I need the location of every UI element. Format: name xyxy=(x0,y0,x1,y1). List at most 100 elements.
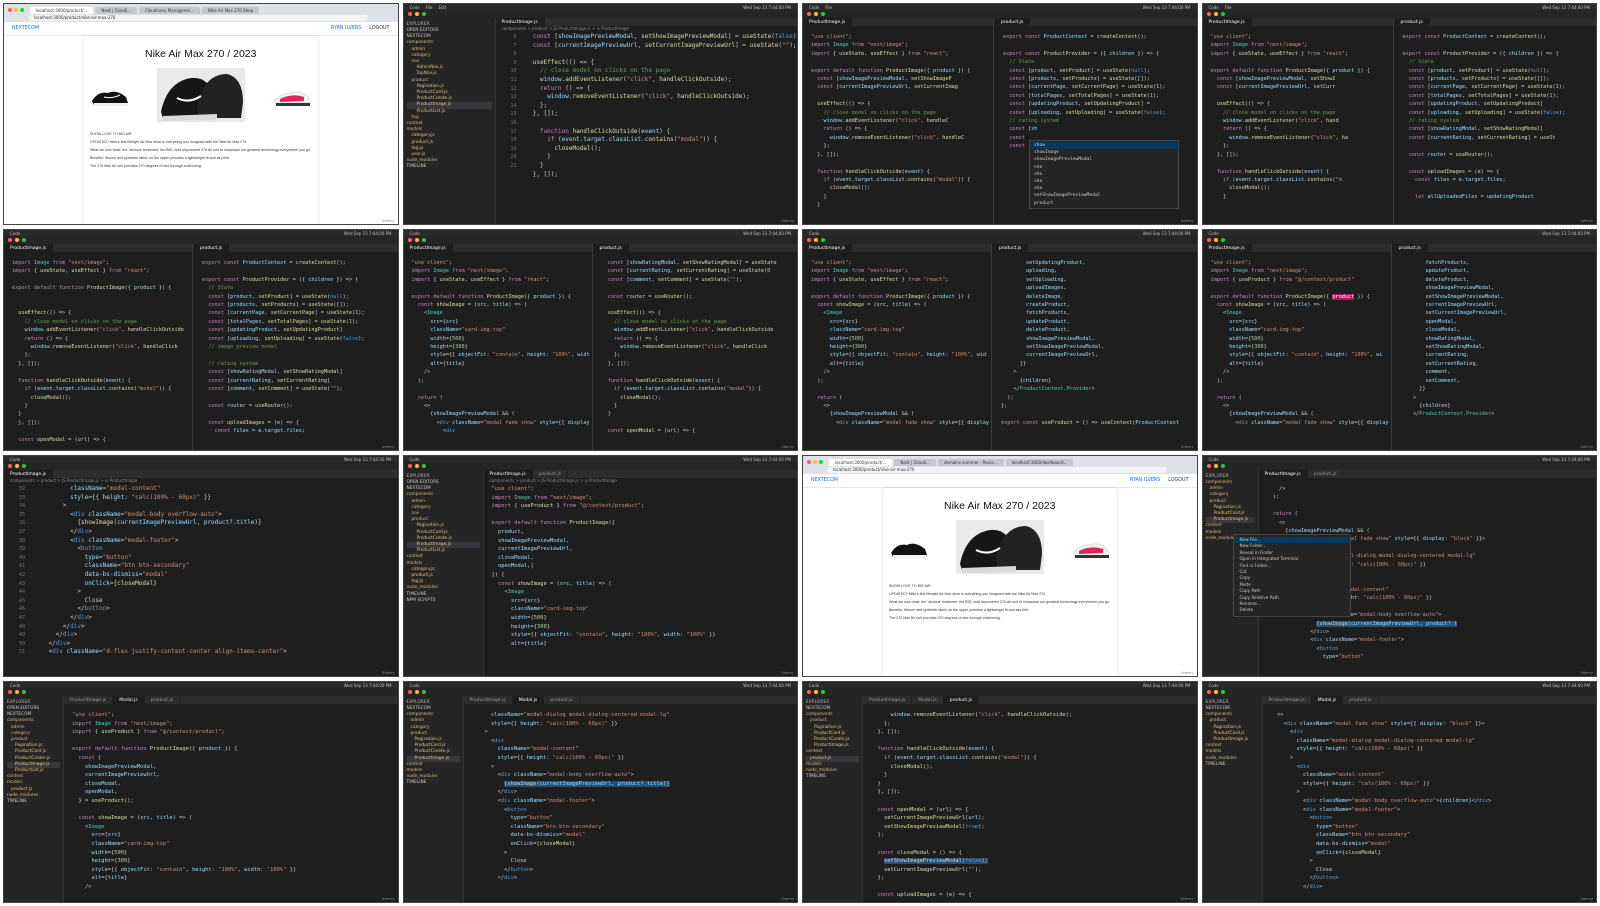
shoe-thumbnail-2[interactable] xyxy=(272,81,312,109)
timeline-section[interactable]: TIMELINE xyxy=(407,164,492,170)
code-editor[interactable]: "use client"; import Image from "next/im… xyxy=(488,485,798,676)
browser-tab[interactable]: Nike Air Max 270 Shop xyxy=(201,7,260,14)
autocomplete-item[interactable]: sho xyxy=(1030,185,1178,192)
code-editor[interactable]: className="modal-dialog modal-dialog-cen… xyxy=(468,711,798,902)
autocomplete-item[interactable]: sho xyxy=(1030,178,1178,185)
browser-tab[interactable]: localhost:3000/product/... xyxy=(829,459,893,466)
editor-split[interactable] xyxy=(591,244,593,450)
close-icon[interactable] xyxy=(8,8,12,12)
code-editor-right[interactable]: const [showRatingModal, setShowRatingMod… xyxy=(598,259,798,450)
shoe-thumbnail-1[interactable] xyxy=(90,81,130,109)
code-editor[interactable]: const [showImagePreviewModal, setShowIma… xyxy=(522,33,797,224)
browser-tab[interactable]: localhost:3000/dashboard... xyxy=(1005,459,1074,466)
shoe-thumbnail-1[interactable] xyxy=(889,533,929,561)
tab-product[interactable]: product.js xyxy=(1392,244,1428,252)
shoe-main-image[interactable] xyxy=(955,520,1044,574)
code-editor[interactable]: <> <div className="modal fade show" styl… xyxy=(1267,711,1597,902)
close-icon[interactable] xyxy=(807,460,811,464)
tab-product[interactable]: product.js xyxy=(145,696,181,704)
code-editor-left[interactable]: "use client"; import Image from "next/im… xyxy=(807,259,991,450)
tab-productimage[interactable]: ProductImage.js xyxy=(495,18,545,26)
tab-product[interactable]: product.js xyxy=(1394,18,1430,26)
editor-split[interactable] xyxy=(991,244,992,450)
npm-scripts-section[interactable]: NPM SCRIPTS xyxy=(407,598,480,604)
code-editor-left[interactable]: import Image from "next/image"; import {… xyxy=(8,259,192,450)
address-bar[interactable]: localhost:3000/product/nike-air-max-270 xyxy=(28,15,368,21)
timeline-section[interactable]: TIMELINE xyxy=(806,774,859,780)
autocomplete-item[interactable]: show xyxy=(1030,142,1178,150)
editor-split[interactable] xyxy=(1392,18,1394,224)
code-editor-left[interactable]: "use client"; import Image from "next/im… xyxy=(1207,259,1391,450)
minimize-icon[interactable] xyxy=(14,8,18,12)
code-editor-left[interactable]: "use client"; import Image from "next/im… xyxy=(408,259,592,450)
breadcrumb[interactable]: components > product > JS ProductImage.j… xyxy=(484,478,617,484)
shoe-main-image[interactable] xyxy=(156,68,245,122)
breadcrumb[interactable]: components > product > JS ProductImage.j… xyxy=(4,478,137,484)
code-editor[interactable]: "use client"; import Image from "next/im… xyxy=(68,711,398,902)
logout-link[interactable]: LOGOUT xyxy=(369,26,389,31)
code-editor[interactable]: className="modal-content" style={{ heigh… xyxy=(30,485,398,676)
tab-product[interactable]: product.js xyxy=(194,244,230,252)
autocomplete-item[interactable]: showImagePreviewModal xyxy=(1030,156,1178,163)
code-editor-right[interactable]: export const ProductContext = createCont… xyxy=(198,259,398,450)
tab-product[interactable]: product.js xyxy=(593,244,629,252)
autocomplete-item[interactable]: sho xyxy=(1030,164,1178,171)
timeline-section[interactable]: TIMELINE xyxy=(1206,762,1259,768)
tab-modal[interactable]: Modal.js xyxy=(1311,696,1344,704)
tab-productimage[interactable]: ProductImage.js xyxy=(803,244,853,252)
user-dashboard-link[interactable]: RYAN ILVERS xyxy=(331,26,361,31)
tab-product[interactable]: product.js xyxy=(544,696,580,704)
tab-productimage[interactable]: ProductImage.js xyxy=(4,244,54,252)
tab-modal[interactable]: Modal.js xyxy=(912,696,944,704)
editor-split[interactable] xyxy=(192,244,193,450)
tab-product[interactable]: product.js xyxy=(995,18,1031,26)
code-editor-right[interactable]: fetchProducts, updateProduct, deleteProd… xyxy=(1397,259,1597,450)
autocomplete-item[interactable]: setShowImagePreviewModal xyxy=(1030,192,1178,199)
tab-productimage[interactable]: ProductImage.js xyxy=(403,244,453,252)
browser-tab[interactable]: domains summer - Revie... xyxy=(937,459,1004,466)
tab-product[interactable]: product.js xyxy=(943,696,980,704)
editor-split[interactable] xyxy=(993,18,994,224)
code-editor-left[interactable]: "use client"; import Image from "next/im… xyxy=(807,33,993,224)
tab-productimage[interactable]: ProductImage.js xyxy=(1202,244,1252,252)
browser-tab[interactable]: localhost:3000/product/... xyxy=(30,7,94,14)
tab-productimage[interactable]: ProductImage.js xyxy=(483,470,533,478)
tab-modal[interactable]: Modal.js xyxy=(512,696,545,704)
address-bar[interactable]: localhost:3000/product/nike-air-max-270 xyxy=(827,467,1167,473)
tab-modal[interactable]: Modal.js xyxy=(113,696,145,704)
tab-product[interactable]: product.js xyxy=(1343,696,1379,704)
tab-productimage[interactable]: ProductImage.js xyxy=(464,696,513,704)
code-editor[interactable]: window.removeEventListener("click", hand… xyxy=(867,711,1197,902)
maximize-icon[interactable] xyxy=(819,460,823,464)
maximize-icon[interactable] xyxy=(20,8,24,12)
minimize-icon[interactable] xyxy=(813,460,817,464)
browser-tab[interactable]: Next | Cloudi... xyxy=(894,459,936,466)
autocomplete-list[interactable]: show showImage showImagePreviewModal sho… xyxy=(1029,140,1179,209)
editor-split[interactable] xyxy=(1390,244,1392,450)
tab-productimage[interactable]: ProductImage.js xyxy=(1258,470,1308,478)
tab-productimage[interactable]: ProductImage.js xyxy=(64,696,114,704)
tab-product[interactable]: product.js xyxy=(533,470,569,478)
autocomplete-item[interactable]: showImage xyxy=(1030,149,1178,156)
tab-productimage[interactable]: ProductImage.js xyxy=(863,696,913,704)
tab-productimage[interactable]: ProductImage.js xyxy=(1263,696,1312,704)
timeline-section[interactable]: TIMELINE xyxy=(407,780,460,786)
autocomplete-item[interactable]: sho xyxy=(1030,171,1178,178)
tab-product[interactable]: product.js xyxy=(993,244,1029,252)
shoe-thumbnail-2[interactable] xyxy=(1071,533,1111,561)
site-brand-link[interactable]: NEXTECOM xyxy=(811,478,838,483)
code-editor-right[interactable]: export const ProductContext = createCont… xyxy=(1399,33,1597,224)
autocomplete-item[interactable]: product xyxy=(1030,200,1178,207)
breadcrumb[interactable]: components > product > JS ProductImage.j… xyxy=(496,26,629,32)
site-brand-link[interactable]: NEXTECOM xyxy=(12,26,39,31)
tab-productimage[interactable]: ProductImage.js xyxy=(4,470,54,478)
timeline-section[interactable]: TIMELINE xyxy=(7,799,60,805)
browser-tab[interactable]: Next | Cloudi... xyxy=(95,7,137,14)
logout-link[interactable]: LOGOUT xyxy=(1168,478,1188,483)
user-dashboard-link[interactable]: RYAN ILVERS xyxy=(1130,478,1160,483)
tab-productimage[interactable]: ProductImage.js xyxy=(1202,18,1252,26)
code-editor-left[interactable]: "use client"; import Image from "next/im… xyxy=(1207,33,1393,224)
tab-productimage[interactable]: ProductImage.js xyxy=(803,18,853,26)
context-menu-item[interactable]: Delete xyxy=(1234,607,1350,613)
browser-tab[interactable]: Cloudinary Manageme... xyxy=(138,7,200,14)
